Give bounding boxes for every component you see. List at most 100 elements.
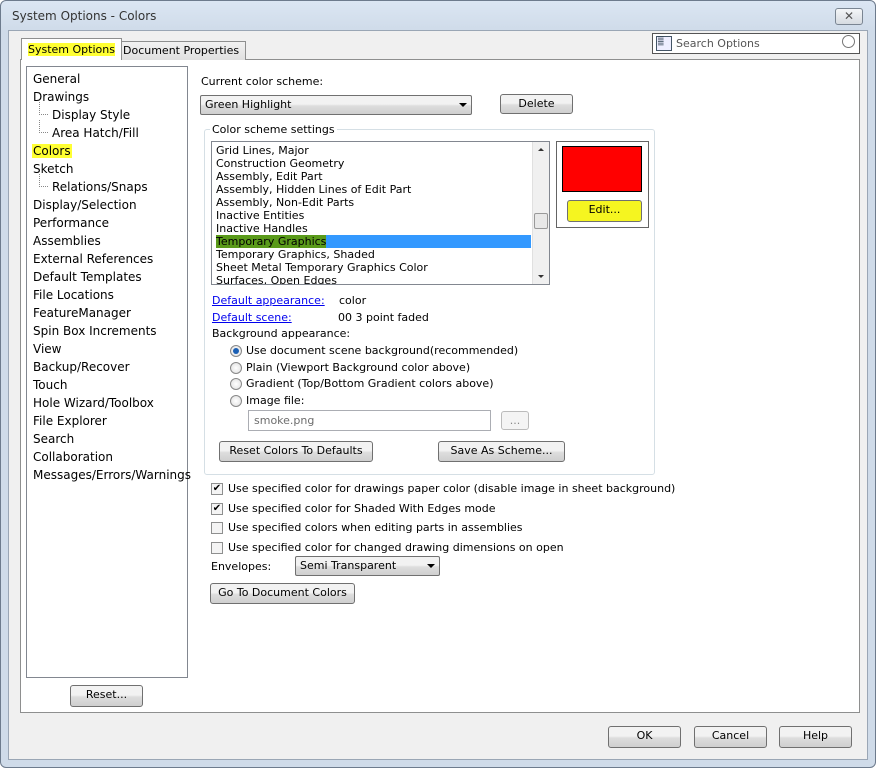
scroll-down-icon[interactable]: [538, 275, 544, 278]
list-item[interactable]: Surfaces, Open Edges: [216, 274, 531, 285]
tree-connector: [39, 102, 48, 115]
go-to-document-colors-button[interactable]: Go To Document Colors: [210, 583, 355, 604]
tree-item[interactable]: Display Style: [51, 108, 131, 122]
tree-item[interactable]: General: [32, 72, 81, 86]
list-item-label: Assembly, Non-Edit Parts: [216, 196, 355, 209]
radio-label: Plain (Viewport Background color above): [246, 360, 471, 374]
checkbox[interactable]: [211, 522, 223, 535]
edit-label: Edit...: [588, 203, 621, 216]
ok-button[interactable]: OK: [608, 726, 681, 748]
close-button[interactable]: ✕: [835, 8, 863, 25]
tree-item[interactable]: Spin Box Increments: [32, 324, 158, 338]
tree-item[interactable]: Messages/Errors/Warnings: [32, 468, 192, 482]
search-placeholder: Search Options: [676, 37, 760, 50]
tree-item[interactable]: Backup/Recover: [32, 360, 131, 374]
scheme-select[interactable]: Green Highlight: [200, 95, 472, 115]
cancel-button[interactable]: Cancel: [694, 726, 767, 748]
tab-document-properties[interactable]: Document Properties: [116, 41, 247, 60]
tree-item[interactable]: View: [32, 342, 62, 356]
delete-button[interactable]: Delete: [500, 94, 573, 114]
tree-item[interactable]: File Explorer: [32, 414, 108, 428]
tree-item[interactable]: Default Templates: [32, 270, 143, 284]
tree-item[interactable]: File Locations: [32, 288, 115, 302]
reset-colors-button[interactable]: Reset Colors To Defaults: [219, 441, 373, 462]
chevron-down-icon: [459, 103, 467, 107]
envelopes-select[interactable]: Semi Transparent: [295, 556, 440, 576]
color-items-list[interactable]: Surfaces, Open Edges Sheet Metal Temporar…: [211, 141, 550, 285]
envelopes-value: Semi Transparent: [300, 559, 397, 572]
scroll-up-icon[interactable]: [538, 148, 544, 151]
options-list-icon: ≡ ≡: [656, 35, 672, 51]
list-item[interactable]: Construction Geometry: [216, 157, 531, 170]
browse-button[interactable]: ...: [501, 411, 529, 430]
radio-label: Use document scene background(recommende…: [246, 344, 519, 357]
list-item-label: Assembly, Edit Part: [216, 170, 323, 183]
tree-item[interactable]: Area Hatch/Fill: [51, 126, 140, 140]
scrollbar[interactable]: [532, 142, 549, 284]
tree-item[interactable]: FeatureManager: [32, 306, 132, 320]
list-item[interactable]: Assembly, Non-Edit Parts: [216, 196, 531, 209]
checkbox[interactable]: ✔: [211, 502, 223, 515]
list-item[interactable]: Sheet Metal Temporary Graphics Color: [216, 261, 531, 274]
magnifier-icon[interactable]: [842, 35, 855, 48]
tree-item[interactable]: Assemblies: [32, 234, 102, 248]
checkbox[interactable]: ✔: [211, 483, 223, 495]
tree-item[interactable]: Performance: [32, 216, 110, 230]
checkbox-label: Use specified colors when editing parts …: [228, 521, 523, 535]
radio-button[interactable]: [230, 361, 242, 374]
list-item-label: Inactive Entities: [216, 209, 305, 222]
checkbox-label: Use specified color for drawings paper c…: [228, 482, 676, 495]
list-item-label: Temporary Graphics, Shaded: [216, 248, 375, 261]
chevron-down-icon: [427, 564, 435, 568]
list-item-label: Sheet Metal Temporary Graphics Color: [216, 261, 428, 274]
tree-item[interactable]: Collaboration: [32, 450, 114, 464]
tree-item[interactable]: Relations/Snaps: [51, 180, 149, 194]
checkbox[interactable]: [211, 542, 223, 555]
list-item[interactable]: Temporary Graphics: [216, 235, 531, 248]
options-tree: General Drawings Display Style Area Hatch/F…: [26, 66, 191, 678]
tree-item[interactable]: Touch: [32, 378, 68, 392]
scroll-thumb[interactable]: [534, 213, 548, 229]
image-file-input[interactable]: smoke.png: [248, 410, 491, 431]
default-scene-value: 00 3 point faded: [338, 311, 429, 324]
list-item-label: Surfaces, Open Edges: [216, 274, 337, 285]
radio-button[interactable]: [230, 378, 242, 390]
checkbox-label: Use specified color for changed drawing …: [228, 541, 564, 555]
default-scene-link[interactable]: Default scene:: [212, 311, 292, 324]
window-title: System Options - Colors: [12, 9, 157, 23]
list-item[interactable]: Assembly, Hidden Lines of Edit Part: [216, 183, 531, 196]
search-options-input[interactable]: ≡ ≡ Search Options: [652, 33, 860, 54]
tree-item[interactable]: Hole Wizard/Toolbox: [32, 396, 155, 410]
tree-item[interactable]: Colors: [32, 144, 72, 158]
list-item-label: Temporary Graphics: [216, 235, 327, 248]
list-item[interactable]: Inactive Handles: [216, 222, 531, 235]
tab-label: System Options: [28, 43, 115, 56]
radio-button[interactable]: [230, 394, 242, 407]
default-appearance-value: color: [339, 294, 367, 307]
reset-button[interactable]: Reset...: [70, 685, 143, 707]
list-item[interactable]: Assembly, Edit Part: [216, 170, 531, 183]
help-button[interactable]: Help: [779, 726, 852, 748]
list-item[interactable]: Grid Lines, Major: [216, 144, 531, 157]
list-item-label: Grid Lines, Major: [216, 144, 309, 157]
radio-label: Image file:: [246, 393, 305, 407]
edit-color-button[interactable]: Edit...: [567, 200, 642, 222]
image-file-value: smoke.png: [254, 414, 315, 427]
list-item[interactable]: Inactive Entities: [216, 209, 531, 222]
scheme-label: Current color scheme:: [201, 75, 324, 88]
save-scheme-button[interactable]: Save As Scheme...: [438, 441, 565, 462]
tab-system-options[interactable]: System Options: [21, 38, 122, 60]
tree-item[interactable]: Search: [32, 432, 75, 446]
list-item[interactable]: Temporary Graphics, Shaded: [216, 248, 531, 261]
color-swatch: [562, 146, 642, 192]
tree-item[interactable]: Display/Selection: [32, 198, 138, 212]
default-appearance-link[interactable]: Default appearance:: [212, 294, 325, 307]
scheme-value: Green Highlight: [205, 98, 292, 111]
radio-button[interactable]: [230, 345, 242, 357]
list-item-label: Assembly, Hidden Lines of Edit Part: [216, 183, 412, 196]
tree-item[interactable]: External References: [32, 252, 154, 266]
tree-connector: [39, 120, 48, 133]
radio-label: Gradient (Top/Bottom Gradient colors abo…: [246, 377, 494, 390]
group-label: Color scheme settings: [210, 123, 337, 136]
background-label: Background appearance:: [212, 327, 351, 340]
